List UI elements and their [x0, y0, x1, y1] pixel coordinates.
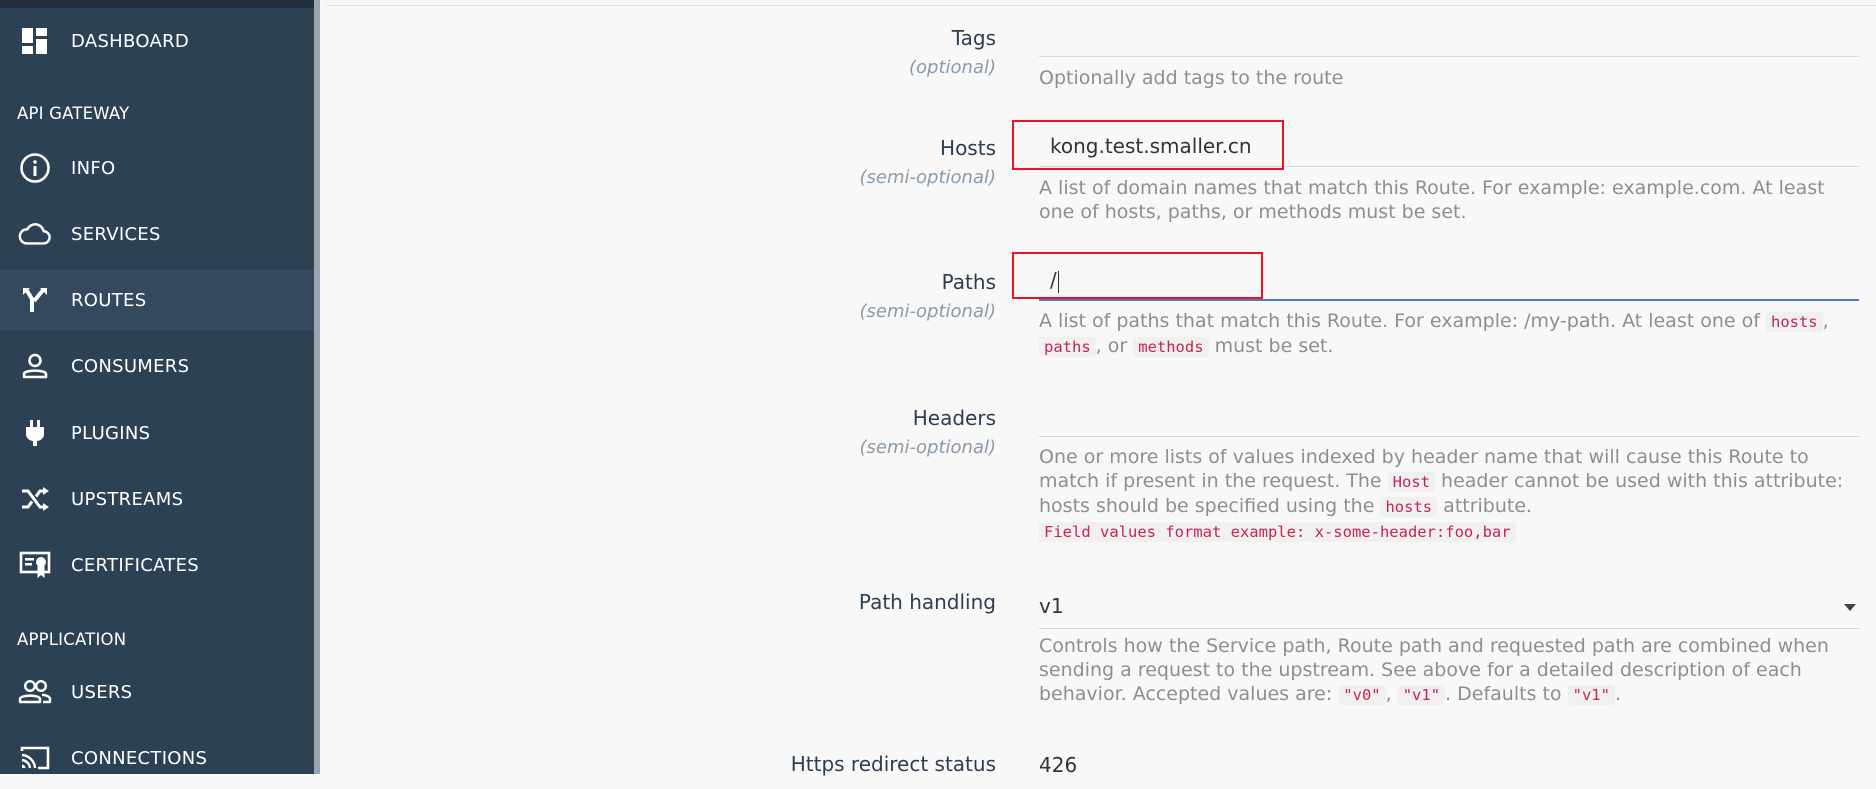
- sidebar-item-upstreams[interactable]: UPSTREAMS: [0, 468, 314, 530]
- tags-label: Tags: [951, 26, 996, 50]
- tags-input[interactable]: [1039, 20, 1859, 56]
- sidebar-item-label: CONNECTIONS: [71, 747, 208, 769]
- headers-sub-label: (semi-optional): [859, 437, 996, 458]
- paths-highlight-box: [1012, 252, 1263, 299]
- paths-sub-label: (semi-optional): [859, 301, 996, 322]
- code-default-v1: "v1": [1567, 685, 1615, 705]
- chevron-down-icon: [1844, 604, 1856, 611]
- cast-icon: [18, 741, 52, 775]
- routes-icon: [18, 283, 52, 317]
- sidebar-item-services[interactable]: SERVICES: [0, 203, 314, 265]
- sidebar-item-connections[interactable]: CONNECTIONS: [0, 727, 314, 789]
- sidebar-item-users[interactable]: USERS: [0, 661, 314, 723]
- path-handling-help: Controls how the Service path, Route pat…: [1039, 635, 1829, 705]
- certificate-icon: [18, 548, 52, 582]
- code-methods: methods: [1133, 337, 1209, 357]
- headers-input[interactable]: [1039, 398, 1859, 436]
- users-icon: [18, 675, 52, 709]
- tags-help: Optionally add tags to the route: [1039, 67, 1344, 89]
- https-redirect-input[interactable]: 426: [1039, 750, 1859, 774]
- path-handling-underline: [1039, 628, 1859, 629]
- sidebar-item-label: CERTIFICATES: [71, 554, 199, 576]
- sidebar-item-certificates[interactable]: CERTIFICATES: [0, 534, 314, 596]
- sidebar-item-label: INFO: [71, 157, 116, 179]
- plug-icon: [18, 416, 52, 450]
- shuffle-icon: [18, 482, 52, 516]
- sidebar-item-plugins[interactable]: PLUGINS: [0, 402, 314, 464]
- sidebar-item-dashboard[interactable]: DASHBOARD: [0, 10, 314, 72]
- hosts-highlight-box: [1012, 120, 1284, 170]
- sidebar-top-strip: [0, 0, 320, 8]
- sidebar-item-label: SERVICES: [71, 223, 161, 245]
- sidebar-item-label: ROUTES: [71, 289, 147, 311]
- section-title-api-gateway: API GATEWAY: [17, 104, 130, 123]
- sidebar-scrollbar[interactable]: [314, 0, 320, 774]
- route-form: Tags (optional) Hosts (semi-optional) Pa…: [326, 0, 1876, 776]
- code-v0: "v0": [1338, 685, 1386, 705]
- sidebar-item-label: UPSTREAMS: [71, 488, 184, 510]
- path-handling-value: v1: [1039, 594, 1064, 618]
- dashboard-icon: [18, 24, 52, 58]
- headers-format-example: Field values format example: x-some-head…: [1039, 522, 1516, 542]
- person-icon: [18, 349, 52, 383]
- path-handling-label: Path handling: [858, 590, 996, 614]
- sidebar-item-label: USERS: [71, 681, 133, 703]
- https-redirect-value: 426: [1039, 753, 1078, 774]
- sidebar-item-label: CONSUMERS: [71, 355, 190, 377]
- headers-label: Headers: [912, 406, 996, 430]
- sidebar-item-consumers[interactable]: CONSUMERS: [0, 335, 314, 397]
- headers-input-underline: [1039, 436, 1859, 437]
- code-hosts: hosts: [1765, 312, 1823, 332]
- paths-input-underline: [1039, 299, 1859, 301]
- tags-input-underline: [1039, 56, 1859, 57]
- label-column: Tags (optional) Hosts (semi-optional) Pa…: [326, 0, 996, 776]
- code-host: Host: [1387, 472, 1435, 492]
- headers-help: One or more lists of values indexed by h…: [1039, 446, 1844, 542]
- code-hosts: hosts: [1380, 497, 1438, 517]
- sidebar-item-label: PLUGINS: [71, 422, 151, 444]
- https-redirect-label: Https redirect status: [790, 752, 996, 776]
- sidebar: DASHBOARD API GATEWAY INFO SERVICES ROUT…: [0, 0, 320, 774]
- code-paths: paths: [1039, 337, 1096, 357]
- hosts-help: A list of domain names that match this R…: [1039, 177, 1825, 223]
- path-handling-select[interactable]: v1: [1039, 588, 1859, 628]
- sidebar-item-info[interactable]: INFO: [0, 137, 314, 199]
- paths-label: Paths: [941, 270, 996, 294]
- tags-sub-label: (optional): [909, 57, 996, 78]
- info-icon: [18, 151, 52, 185]
- cloud-icon: [18, 217, 52, 251]
- sidebar-item-routes[interactable]: ROUTES: [0, 269, 314, 331]
- paths-help: A list of paths that match this Route. F…: [1039, 310, 1829, 357]
- hosts-sub-label: (semi-optional): [859, 167, 996, 188]
- sidebar-item-label: DASHBOARD: [71, 30, 190, 52]
- section-title-application: APPLICATION: [17, 630, 127, 649]
- hosts-label: Hosts: [940, 136, 996, 160]
- code-v1: "v1": [1397, 685, 1446, 705]
